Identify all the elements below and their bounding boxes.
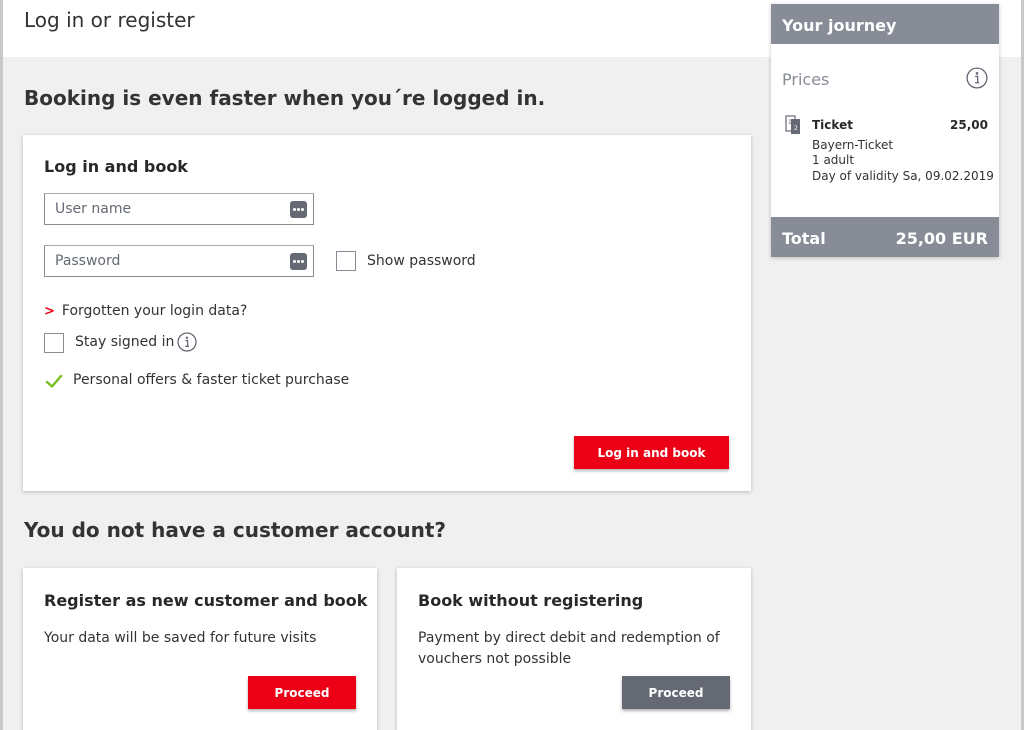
login-card: Log in and book Show password > Forgotten… [23,135,751,491]
username-field [44,193,314,225]
forgot-login-link[interactable]: > Forgotten your login data? [44,303,247,319]
no-account-heading: You do not have a customer account? [24,518,446,542]
ticket-passengers: 1 adult [812,153,855,167]
ticket-name: Bayern-Ticket [812,138,894,152]
password-field [44,245,314,277]
login-card-title: Log in and book [44,157,188,176]
register-card: Register as new customer and book Your d… [23,568,377,730]
journey-panel: Your journey Prices 12 Ticket 25,00 Baye… [771,4,999,257]
register-card-title: Register as new customer and book [44,591,368,610]
info-icon[interactable] [966,67,988,89]
ticket-price: 25,00 [950,118,988,132]
ticket-validity: Day of validity Sa, 09.02.2019 [812,169,994,183]
guest-card-description: Payment by direct debit and redemption o… [418,630,720,667]
show-password-label[interactable]: Show password [367,253,476,269]
svg-text:2: 2 [794,125,798,132]
show-password-checkbox[interactable] [336,251,356,271]
info-icon[interactable] [177,332,197,352]
journey-title: Your journey [771,4,999,44]
username-input[interactable] [45,194,285,224]
register-card-description: Your data will be saved for future visit… [44,630,317,646]
prices-label: Prices [782,70,830,89]
total-amount: 25,00 EUR [895,229,988,248]
password-manager-dots-icon[interactable] [290,201,307,218]
total-bar: Total 25,00 EUR [771,217,999,257]
stay-signed-in-label[interactable]: Stay signed in [75,334,174,350]
ticket-label: Ticket [812,118,853,132]
perk-text: Personal offers & faster ticket purchase [73,372,350,388]
password-input[interactable] [45,246,285,276]
chevron-right-icon: > [44,304,55,319]
forgot-login-label: Forgotten your login data? [61,303,248,319]
guest-proceed-button[interactable]: Proceed [622,676,730,709]
password-manager-dots-icon[interactable] [290,253,307,270]
login-and-book-button[interactable]: Log in and book [574,436,729,469]
guest-card: Book without registering Payment by dire… [397,568,751,730]
register-proceed-button[interactable]: Proceed [248,676,356,709]
total-label: Total [782,229,826,248]
svg-text:1: 1 [788,119,792,126]
stay-signed-in-checkbox[interactable] [44,333,64,353]
page-title: Log in or register [24,8,195,32]
intro-heading: Booking is even faster when you´re logge… [24,86,546,110]
checkmark-icon [45,373,63,389]
guest-card-title: Book without registering [418,591,644,610]
ticket-icon: 12 [785,115,801,135]
